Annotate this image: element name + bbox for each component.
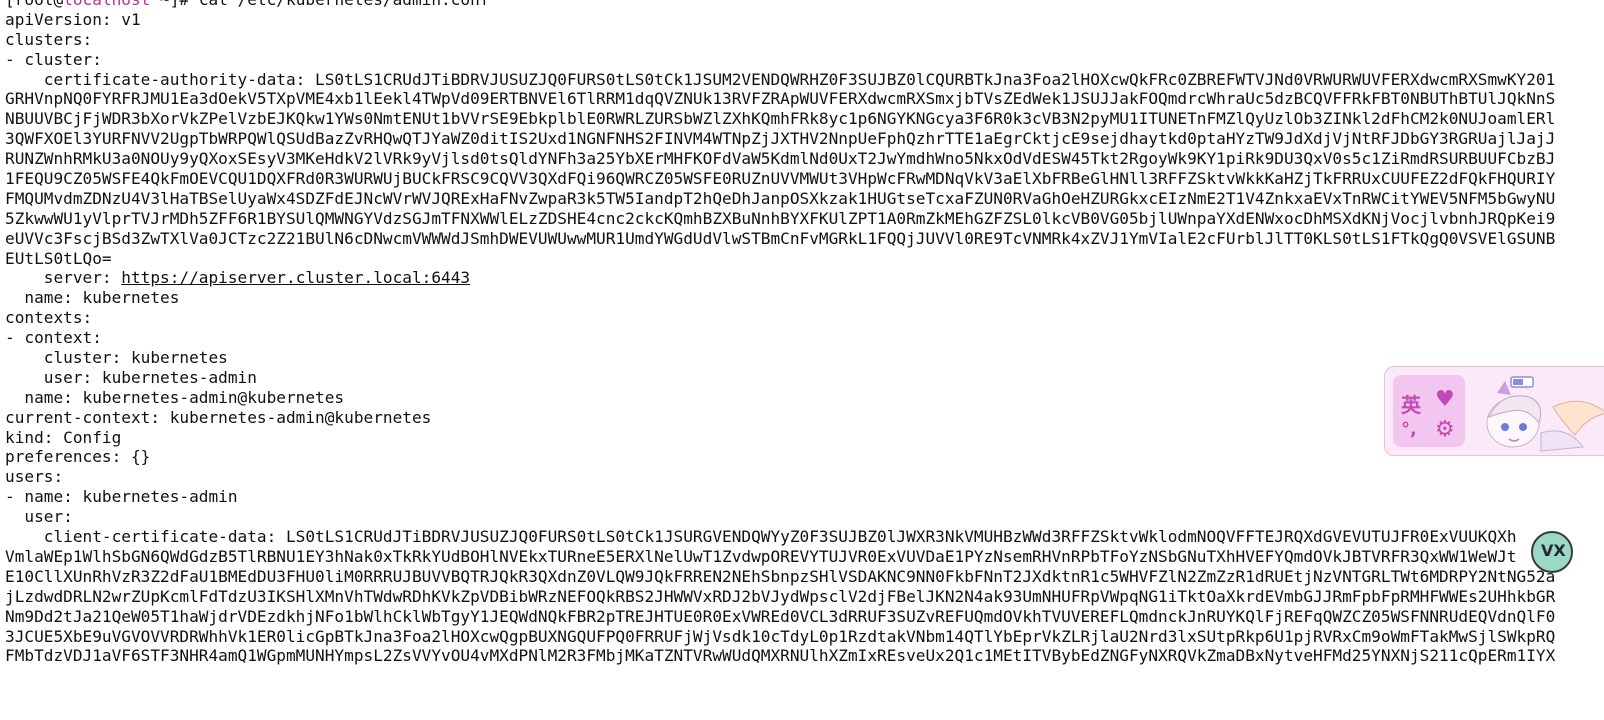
output-line: - context: <box>5 328 102 348</box>
output-line: client-certificate-data: LS0tLS1CRUdJTiB… <box>5 527 1517 547</box>
output-line: user: kubernetes-admin <box>5 367 257 387</box>
round-avatar-icon[interactable]: VX <box>1531 531 1573 573</box>
output-line: users: <box>5 467 64 487</box>
output-line: - cluster: <box>5 49 102 69</box>
ime-language-toggle[interactable]: 英 <box>1401 389 1421 418</box>
output-line: cluster: kubernetes <box>5 348 228 368</box>
terminal-output: [root@localhost ~]# cat /etc/kubernetes/… <box>5 0 1555 706</box>
output-line: certificate-authority-data: LS0tLS1CRUdJ… <box>5 69 1556 89</box>
output-line: jLzdwdDRLN2wrZUpKcmlFdTdzU3IKSHlXMnVhTWd… <box>5 586 1556 606</box>
server-key: server: <box>5 268 122 288</box>
output-line: GRHVnpNQ0FYRFRJMU1Ea3dOekV5TXpVME4xb1lEe… <box>5 89 1556 109</box>
output-line: 5ZkwwWU1yVlprTVJrMDh5ZFF6R1BYSUlQMWNGYVd… <box>5 208 1556 228</box>
ime-button-panel: 英 ♥ °, ⚙ <box>1393 375 1465 447</box>
server-url-link[interactable]: https://apiserver.cluster.local:6443 <box>121 268 470 287</box>
output-line: server: https://apiserver.cluster.local:… <box>5 268 1555 288</box>
output-line: RUNZWnhRMkU3a0NOUy9yQXoxSEsyV3MKeHdkV2lV… <box>5 149 1556 169</box>
output-line: 3JCUE5XbE9uVGVOVVRDRWhhVk1ER0licGpBTkJna… <box>5 626 1556 646</box>
output-line: Nm9Dd2tJa21QeW05T1haWjdrVDEzdkhjNFo1bWlh… <box>5 606 1556 626</box>
ime-punctuation-toggle[interactable]: °, <box>1401 419 1417 440</box>
output-line: current-context: kubernetes-admin@kubern… <box>5 407 432 427</box>
output-line: - name: kubernetes-admin <box>5 487 238 507</box>
output-line: name: kubernetes <box>5 288 180 308</box>
output-line: EUtLS0tLQo= <box>5 248 112 268</box>
avatar-badge: VX <box>1541 541 1566 560</box>
gear-icon[interactable]: ⚙ <box>1435 417 1455 442</box>
output-line: contexts: <box>5 308 93 328</box>
heart-icon[interactable]: ♥ <box>1435 387 1455 412</box>
output-line: name: kubernetes-admin@kubernetes <box>5 387 345 407</box>
output-line: FMbTdzVDJ1aVF6STF3NHR4amQ1WGpmMUNHYmpsL2… <box>5 646 1556 666</box>
output-line: apiVersion: v1 <box>5 9 141 29</box>
output-line: VmlaWEp1WlhSbGN6QWdGdzB5TlRBNU1EY3hNak0x… <box>5 546 1517 566</box>
terminal-window[interactable]: [root@localhost ~]# cat /etc/kubernetes/… <box>0 0 1604 720</box>
prompt-host: localhost <box>63 0 150 9</box>
typed-command: cat /etc/kubernetes/admin.conf <box>199 0 490 9</box>
output-line: FMQUMvdmZDNzU4V3lHaTBSelUyaWx4SDZFdEJNcW… <box>5 188 1556 208</box>
ime-toolbar[interactable]: 英 ♥ °, ⚙ <box>1384 366 1604 456</box>
prompt-user: [root@ <box>5 0 63 9</box>
output-line: eUVVc3FscjBSd3ZwTXlVa0JCTzc2Z21BUlN6cDNw… <box>5 228 1556 248</box>
output-line: 1FEQU9CZ05WSFE4QkFmOEVCQU1DQXFRd0R3WURWU… <box>5 169 1556 189</box>
anime-mascot-icon <box>1486 376 1604 452</box>
output-line: NBUUVBCjFjWDR3bXorVkZPelVzbEJKQkw1YWs0Nm… <box>5 109 1556 129</box>
output-line: E10CllXUnRhVzR3Z2dFaU1BMEdDU3FHU0liM0RRR… <box>5 566 1556 586</box>
output-line: user: <box>5 507 73 527</box>
prompt-path: ~]# <box>150 0 198 9</box>
output-line: clusters: <box>5 29 93 49</box>
output-line: kind: Config <box>5 427 122 447</box>
prompt-line: [root@localhost ~]# cat /etc/kubernetes/… <box>5 0 1555 10</box>
output-line: preferences: {} <box>5 447 151 467</box>
output-line: 3QWFXOEl3YURFNVV2UgpTbWRPQWlQSUdBazZvRHQ… <box>5 129 1556 149</box>
